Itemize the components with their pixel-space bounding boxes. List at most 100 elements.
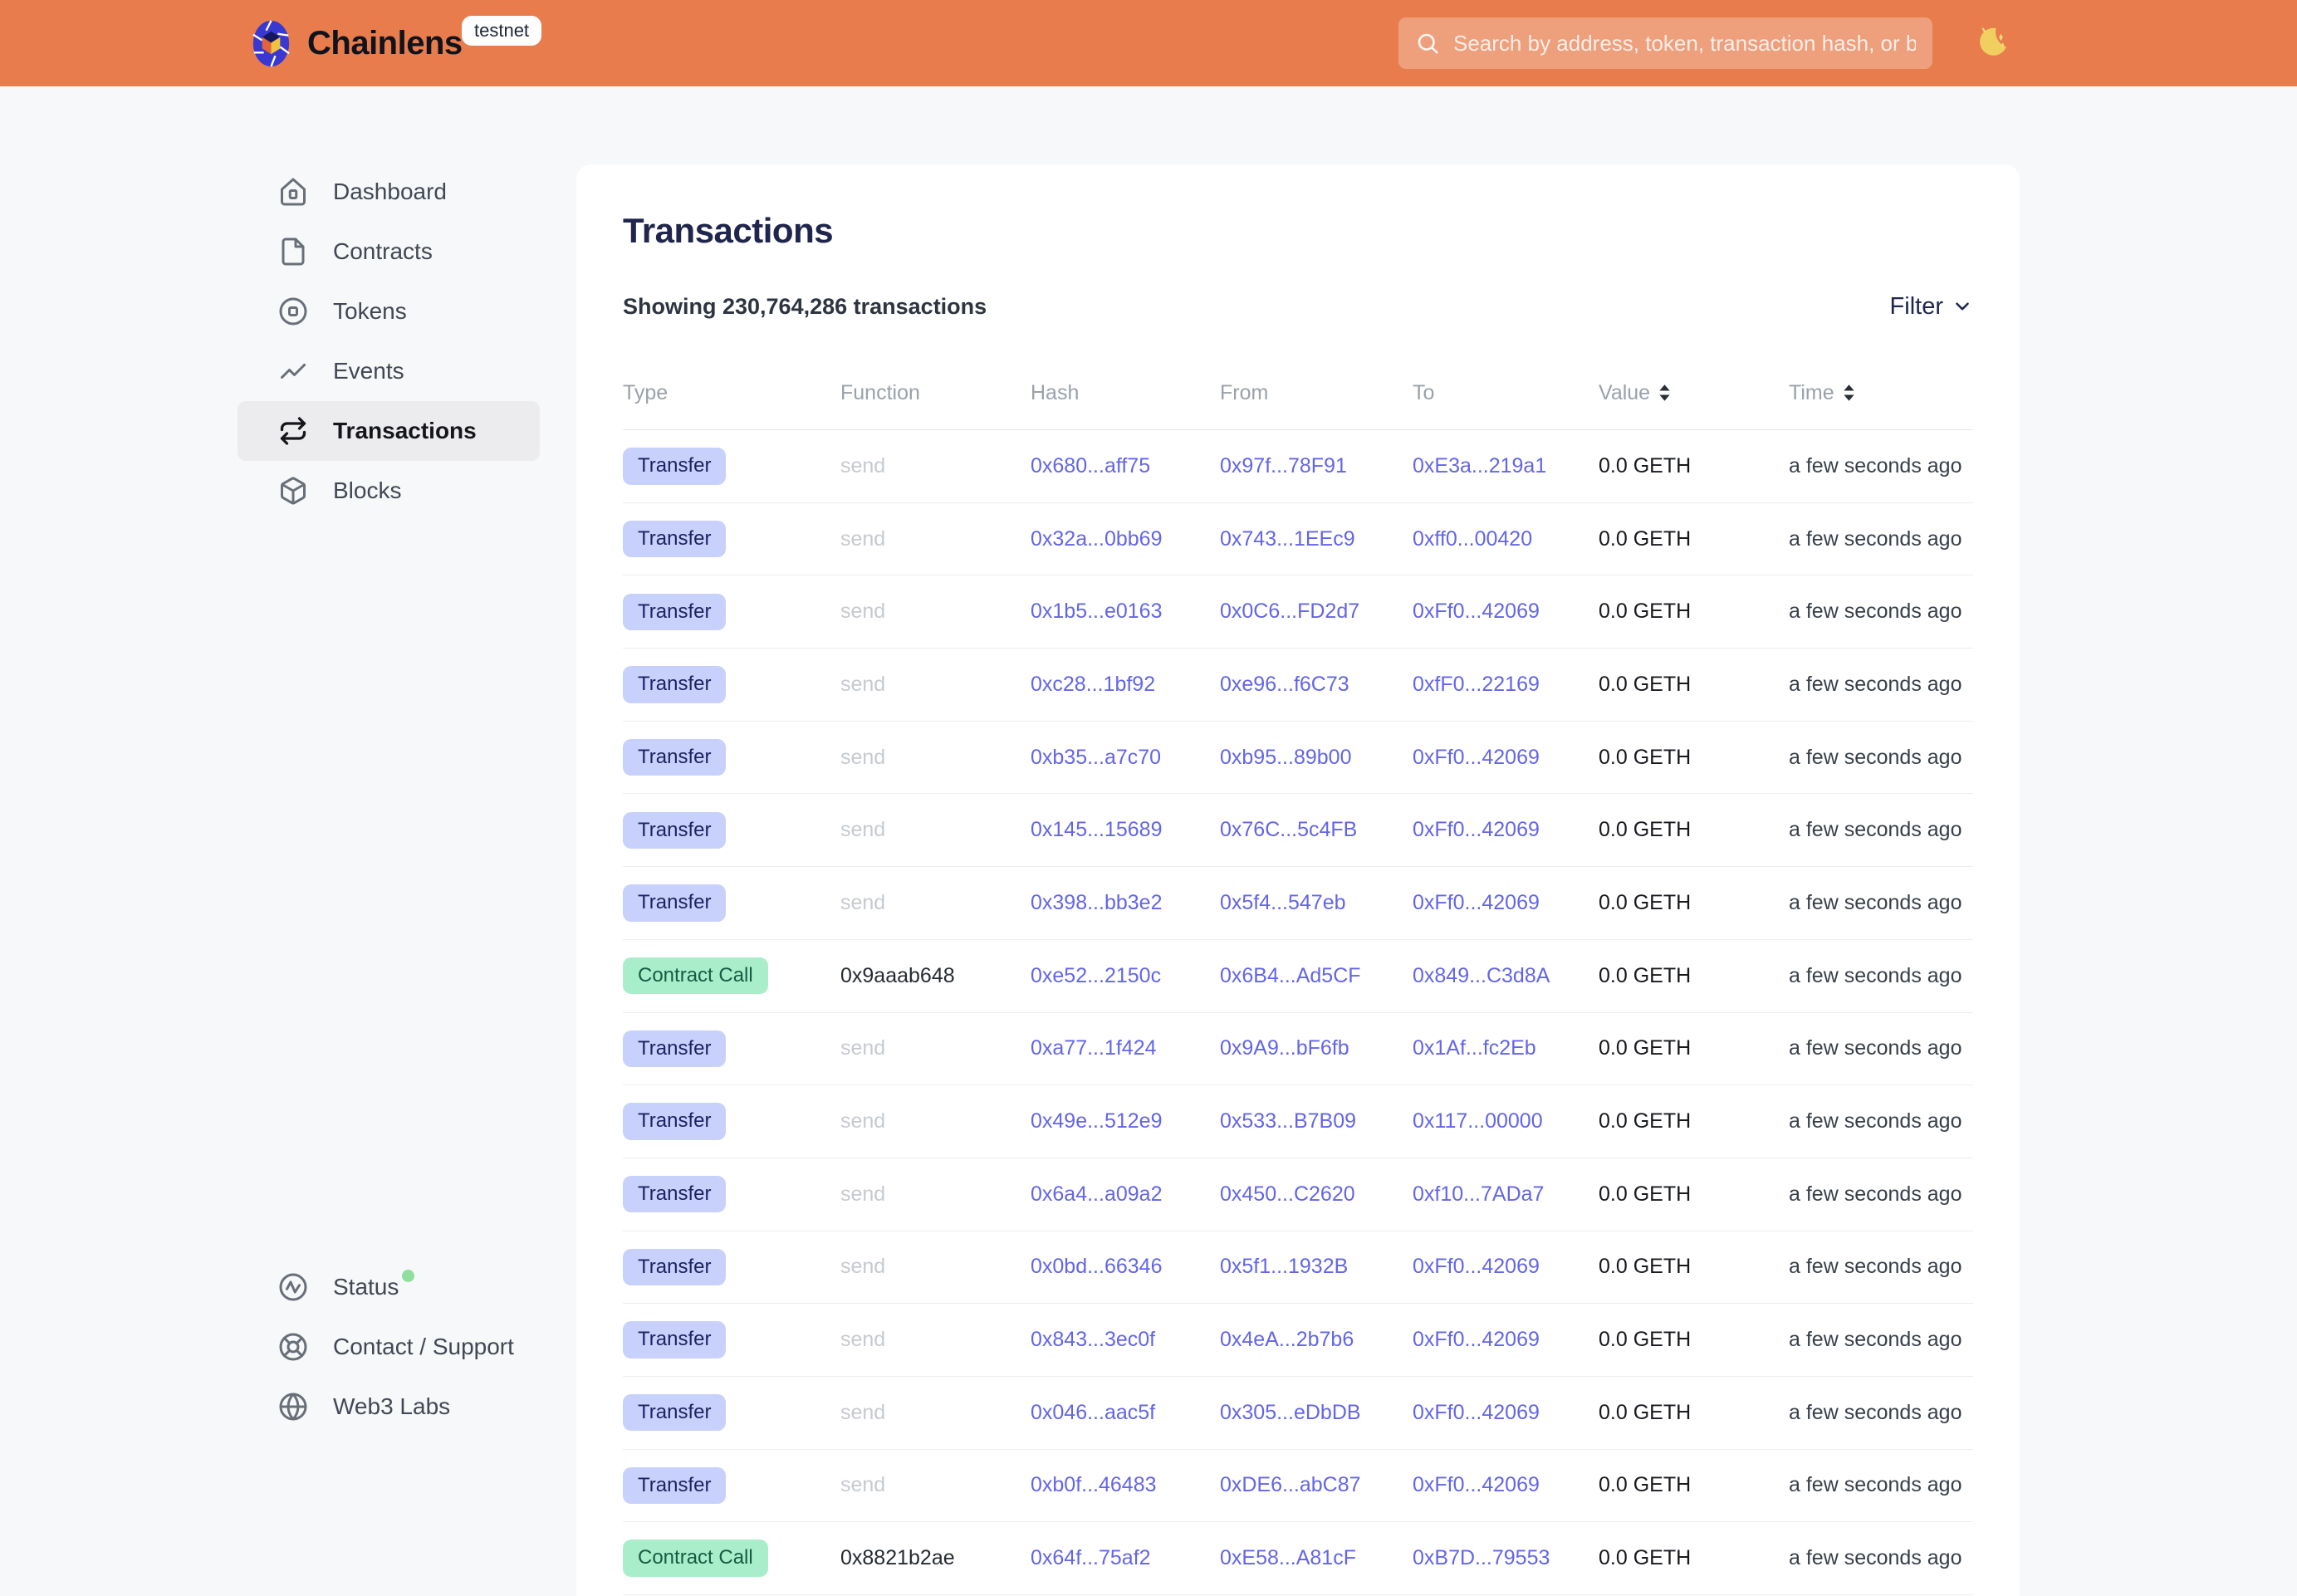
column-header-function: Function — [840, 381, 1031, 405]
function-cell: send — [840, 891, 1031, 915]
type-badge: Contract Call — [623, 1540, 768, 1576]
function-cell: send — [840, 600, 1031, 624]
sidebar-item-web3-labs[interactable]: Web3 Labs — [238, 1377, 540, 1437]
type-badge: Transfer — [623, 521, 726, 557]
from-address-link[interactable]: 0x5f1...1932B — [1220, 1255, 1413, 1279]
column-header-to: To — [1413, 381, 1599, 405]
search-bar[interactable] — [1398, 17, 1932, 69]
sidebar-item-tokens[interactable]: Tokens — [238, 282, 540, 341]
sidebar-item-label: Contact / Support — [333, 1334, 514, 1360]
table-header: Type Function Hash From To Value Time — [623, 380, 1973, 405]
hash-link[interactable]: 0x145...15689 — [1031, 818, 1220, 842]
hash-link[interactable]: 0x32a...0bb69 — [1031, 527, 1220, 551]
from-address-link[interactable]: 0x0C6...FD2d7 — [1220, 600, 1413, 624]
sidebar-item-events[interactable]: Events — [238, 341, 540, 401]
hash-link[interactable]: 0x49e...512e9 — [1031, 1109, 1220, 1133]
from-address-link[interactable]: 0x9A9...bF6fb — [1220, 1036, 1413, 1060]
column-header-time: Time — [1789, 381, 1973, 405]
hash-link[interactable]: 0x680...aff75 — [1031, 454, 1220, 478]
search-icon — [1415, 31, 1440, 56]
hash-link[interactable]: 0x046...aac5f — [1031, 1401, 1220, 1425]
hash-link[interactable]: 0x64f...75af2 — [1031, 1546, 1220, 1570]
from-address-link[interactable]: 0xe96...f6C73 — [1220, 673, 1413, 697]
sidebar-item-label: Blocks — [333, 477, 401, 504]
from-address-link[interactable]: 0x97f...78F91 — [1220, 454, 1413, 478]
sidebar-item-contact-support[interactable]: Contact / Support — [238, 1317, 540, 1377]
from-address-link[interactable]: 0x450...C2620 — [1220, 1182, 1413, 1207]
sidebar-item-contracts[interactable]: Contracts — [238, 222, 540, 282]
home-icon — [278, 177, 308, 207]
hash-link[interactable]: 0x0bd...66346 — [1031, 1255, 1220, 1279]
sidebar-item-status[interactable]: Status — [238, 1257, 540, 1317]
to-address-link[interactable]: 0xFf0...42069 — [1413, 1328, 1599, 1352]
to-address-link[interactable]: 0xff0...00420 — [1413, 527, 1599, 551]
from-address-link[interactable]: 0x4eA...2b7b6 — [1220, 1328, 1413, 1352]
to-address-link[interactable]: 0xB7D...79553 — [1413, 1546, 1599, 1570]
function-cell: send — [840, 1401, 1031, 1425]
filter-button[interactable]: Filter — [1890, 293, 1973, 321]
hash-link[interactable]: 0x1b5...e0163 — [1031, 600, 1220, 624]
function-cell: send — [840, 527, 1031, 551]
from-address-link[interactable]: 0x305...eDbDB — [1220, 1401, 1413, 1425]
from-address-link[interactable]: 0xE58...A81cF — [1220, 1546, 1413, 1570]
sidebar-item-blocks[interactable]: Blocks — [238, 461, 540, 521]
time-cell: a few seconds ago — [1789, 1109, 1973, 1133]
value-cell: 0.0 GETH — [1599, 1401, 1789, 1425]
sidebar-item-label: Tokens — [333, 298, 407, 325]
table-row: Contract Call 0x9aaab648 0xe52...2150c 0… — [623, 940, 1973, 1013]
type-badge: Transfer — [623, 594, 726, 630]
hash-link[interactable]: 0xe52...2150c — [1031, 964, 1220, 988]
to-address-link[interactable]: 0xFf0...42069 — [1413, 600, 1599, 624]
column-header-type: Type — [623, 381, 840, 405]
to-address-link[interactable]: 0xFf0...42069 — [1413, 1401, 1599, 1425]
hash-link[interactable]: 0x398...bb3e2 — [1031, 891, 1220, 915]
function-cell: send — [840, 1328, 1031, 1352]
brand-logo[interactable]: Chainlens — [245, 0, 463, 86]
to-address-link[interactable]: 0xFf0...42069 — [1413, 818, 1599, 842]
from-address-link[interactable]: 0x5f4...547eb — [1220, 891, 1413, 915]
hash-link[interactable]: 0xb35...a7c70 — [1031, 746, 1220, 770]
from-address-link[interactable]: 0x533...B7B09 — [1220, 1109, 1413, 1133]
function-cell: 0x8821b2ae — [840, 1546, 1031, 1570]
from-address-link[interactable]: 0xb95...89b00 — [1220, 746, 1413, 770]
to-address-link[interactable]: 0xFf0...42069 — [1413, 1255, 1599, 1279]
to-address-link[interactable]: 0xFf0...42069 — [1413, 1473, 1599, 1497]
from-address-link[interactable]: 0x6B4...Ad5CF — [1220, 964, 1413, 988]
table-row: Transfer send 0x145...15689 0x76C...5c4F… — [623, 794, 1973, 867]
to-address-link[interactable]: 0x117...00000 — [1413, 1109, 1599, 1133]
to-address-link[interactable]: 0x1Af...fc2Eb — [1413, 1036, 1599, 1060]
to-address-link[interactable]: 0xf10...7ADa7 — [1413, 1182, 1599, 1207]
hash-link[interactable]: 0x843...3ec0f — [1031, 1328, 1220, 1352]
to-address-link[interactable]: 0x849...C3d8A — [1413, 964, 1599, 988]
lifebuoy-icon — [278, 1332, 308, 1362]
table-row: Transfer send 0x49e...512e9 0x533...B7B0… — [623, 1085, 1973, 1158]
sidebar-item-transactions[interactable]: Transactions — [238, 401, 540, 461]
table-row: Transfer send 0x680...aff75 0x97f...78F9… — [623, 430, 1973, 503]
hash-link[interactable]: 0xa77...1f424 — [1031, 1036, 1220, 1060]
function-cell: send — [840, 1109, 1031, 1133]
hash-link[interactable]: 0xb0f...46483 — [1031, 1473, 1220, 1497]
to-address-link[interactable]: 0xE3a...219a1 — [1413, 454, 1599, 478]
table-row: Transfer send 0x398...bb3e2 0x5f4...547e… — [623, 867, 1973, 940]
search-input[interactable] — [1453, 31, 1916, 56]
function-cell: 0x9aaab648 — [840, 964, 1031, 988]
time-cell: a few seconds ago — [1789, 673, 1973, 697]
to-address-link[interactable]: 0xFf0...42069 — [1413, 891, 1599, 915]
sort-icon[interactable] — [1843, 384, 1855, 402]
sort-icon[interactable] — [1658, 384, 1671, 402]
cube-icon — [278, 476, 308, 506]
hash-link[interactable]: 0x6a4...a09a2 — [1031, 1182, 1220, 1207]
type-badge: Contract Call — [623, 957, 768, 994]
from-address-link[interactable]: 0x743...1EEc9 — [1220, 527, 1413, 551]
from-address-link[interactable]: 0xDE6...abC87 — [1220, 1473, 1413, 1497]
to-address-link[interactable]: 0xfF0...22169 — [1413, 673, 1599, 697]
dark-mode-toggle[interactable] — [1970, 22, 2013, 65]
time-cell: a few seconds ago — [1789, 1473, 1973, 1497]
from-address-link[interactable]: 0x76C...5c4FB — [1220, 818, 1413, 842]
to-address-link[interactable]: 0xFf0...42069 — [1413, 746, 1599, 770]
hash-link[interactable]: 0xc28...1bf92 — [1031, 673, 1220, 697]
time-cell: a few seconds ago — [1789, 1255, 1973, 1279]
type-badge: Transfer — [623, 1467, 726, 1504]
sidebar-item-dashboard[interactable]: Dashboard — [238, 162, 540, 222]
function-cell: send — [840, 818, 1031, 842]
